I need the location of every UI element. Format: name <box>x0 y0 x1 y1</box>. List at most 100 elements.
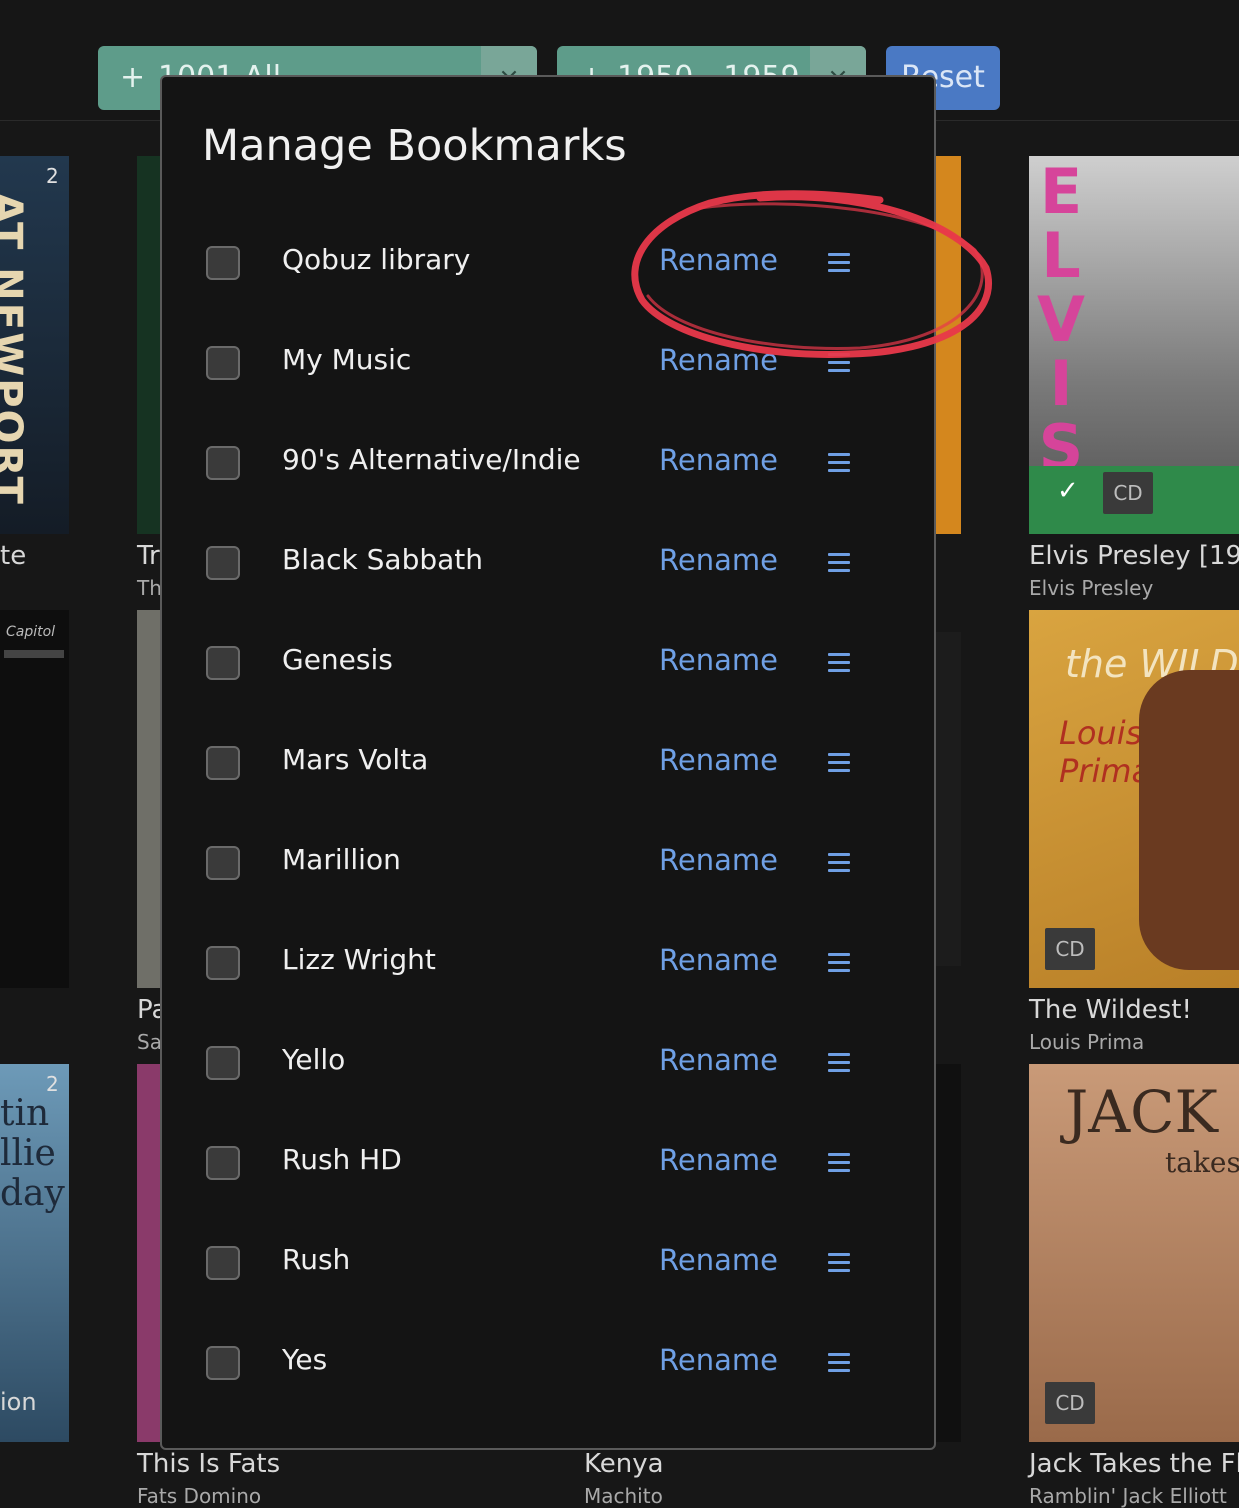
bookmark-checkbox[interactable] <box>206 946 240 980</box>
bookmark-label: Mars Volta <box>282 743 429 776</box>
album-cover-text: ELVIS <box>1037 156 1085 484</box>
bookmark-row: Yes Rename <box>162 1315 934 1415</box>
album-cover[interactable]: tin llie day 2 <box>0 1064 69 1442</box>
drag-handle-icon[interactable] <box>828 353 850 373</box>
bookmark-checkbox[interactable] <box>206 346 240 380</box>
bookmark-checkbox[interactable] <box>206 846 240 880</box>
bookmark-row: Qobuz library Rename <box>162 215 934 315</box>
bookmark-checkbox[interactable] <box>206 1046 240 1080</box>
album-cover-text: Louis Prima <box>1059 714 1152 790</box>
bookmark-row: Lizz Wright Rename <box>162 915 934 1015</box>
drag-handle-icon[interactable] <box>828 1053 850 1073</box>
rename-button[interactable]: Rename <box>659 543 778 577</box>
album-title: Jack Takes the Flo <box>1029 1449 1239 1479</box>
album-artist: Ramblin' Jack Elliott <box>1029 1484 1227 1508</box>
manage-bookmarks-dialog: Manage Bookmarks Qobuz library Rename My M… <box>160 75 936 1450</box>
bookmark-checkbox[interactable] <box>206 1246 240 1280</box>
disc-count-badge: 2 <box>46 1072 59 1096</box>
bookmark-row: Genesis Rename <box>162 615 934 715</box>
bookmark-checkbox[interactable] <box>206 746 240 780</box>
bookmark-row: 90's Alternative/Indie Rename <box>162 415 934 515</box>
format-badge: CD <box>1103 472 1153 514</box>
drag-handle-icon[interactable] <box>828 853 850 873</box>
check-icon: ✓ <box>1057 476 1079 506</box>
album-cover-text: tin llie day <box>0 1093 65 1214</box>
bookmark-row: My Music Rename <box>162 315 934 415</box>
bookmark-label: My Music <box>282 343 412 376</box>
bookmark-row: Black Sabbath Rename <box>162 515 934 615</box>
format-badge: CD <box>1045 928 1095 970</box>
album-cover[interactable] <box>936 632 961 966</box>
format-badge: CD <box>1045 1382 1095 1424</box>
rename-button[interactable]: Rename <box>659 443 778 477</box>
bookmark-label: Marillion <box>282 843 401 876</box>
album-title: Kenya <box>584 1449 664 1479</box>
rename-button[interactable]: Rename <box>659 1243 778 1277</box>
drag-handle-icon[interactable] <box>828 753 850 773</box>
drag-handle-icon[interactable] <box>828 253 850 273</box>
rename-button[interactable]: Rename <box>659 1343 778 1377</box>
bookmark-row: Mars Volta Rename <box>162 715 934 815</box>
drag-handle-icon[interactable] <box>828 1253 850 1273</box>
bookmark-checkbox[interactable] <box>206 1346 240 1380</box>
album-title: Elvis Presley [195 <box>1029 541 1239 571</box>
album-cover[interactable] <box>936 156 961 534</box>
bookmark-label: Qobuz library <box>282 243 471 276</box>
rename-button[interactable]: Rename <box>659 1143 778 1177</box>
album-artist: Machito <box>584 1484 663 1508</box>
rename-button[interactable]: Rename <box>659 743 778 777</box>
album-cover[interactable] <box>936 1064 961 1442</box>
bookmark-label: Rush <box>282 1243 351 1276</box>
bookmark-checkbox[interactable] <box>206 646 240 680</box>
album-cover[interactable] <box>137 610 161 988</box>
album-cover[interactable] <box>137 156 161 534</box>
album-title: This Is Fats <box>137 1449 281 1479</box>
album-cover[interactable]: AT NEWPORT 2 <box>0 156 69 534</box>
bookmark-label: Yes <box>282 1343 328 1376</box>
bookmark-row: Rush Rename <box>162 1215 934 1315</box>
rename-button[interactable]: Rename <box>659 243 778 277</box>
bookmark-checkbox[interactable] <box>206 546 240 580</box>
bookmark-checkbox[interactable] <box>206 1146 240 1180</box>
album-cover[interactable]: JACK takes CD <box>1029 1064 1239 1442</box>
rename-button[interactable]: Rename <box>659 343 778 377</box>
drag-handle-icon[interactable] <box>828 653 850 673</box>
rename-button[interactable]: Rename <box>659 843 778 877</box>
drag-handle-icon[interactable] <box>828 453 850 473</box>
dialog-title: Manage Bookmarks <box>202 121 627 171</box>
drag-handle-icon[interactable] <box>828 553 850 573</box>
label-logo-text: Capitol <box>6 624 56 640</box>
album-artist: Th <box>137 576 162 600</box>
album-title: Tr <box>137 541 160 571</box>
drag-handle-icon[interactable] <box>828 1353 850 1373</box>
bookmark-label: Black Sabbath <box>282 543 484 576</box>
album-artist: Louis Prima <box>1029 1030 1145 1054</box>
drag-handle-icon[interactable] <box>828 953 850 973</box>
bookmark-checkbox[interactable] <box>206 246 240 280</box>
rename-button[interactable]: Rename <box>659 943 778 977</box>
album-cover-text: takes <box>1165 1146 1239 1179</box>
album-cover-text: JACK <box>1065 1078 1218 1146</box>
bookmark-label: Lizz Wright <box>282 943 436 976</box>
album-cover[interactable]: Capitol <box>0 610 69 988</box>
album-cover[interactable]: the WILDE Louis Prima CD <box>1029 610 1239 988</box>
drag-handle-icon[interactable] <box>828 1153 850 1173</box>
album-title: te <box>0 541 27 571</box>
album-cover[interactable]: ELVIS ✓ CD <box>1029 156 1239 534</box>
album-cover-text: AT NEWPORT <box>0 192 30 506</box>
bookmark-label: Yello <box>282 1043 346 1076</box>
album-artist: Elvis Presley <box>1029 576 1154 600</box>
album-cover[interactable] <box>137 1064 161 1442</box>
album-title: The Wildest! <box>1029 995 1192 1025</box>
bookmark-row: Rush HD Rename <box>162 1115 934 1215</box>
rename-button[interactable]: Rename <box>659 1043 778 1077</box>
bookmark-checkbox[interactable] <box>206 446 240 480</box>
album-artist: Fats Domino <box>137 1484 262 1508</box>
bookmark-row: Yello Rename <box>162 1015 934 1115</box>
disc-count-badge: 2 <box>46 164 59 188</box>
album-title: ion <box>0 1388 37 1416</box>
bookmark-label: Genesis <box>282 643 393 676</box>
bookmark-label: 90's Alternative/Indie <box>282 443 581 476</box>
bookmark-row: Marillion Rename <box>162 815 934 915</box>
rename-button[interactable]: Rename <box>659 643 778 677</box>
